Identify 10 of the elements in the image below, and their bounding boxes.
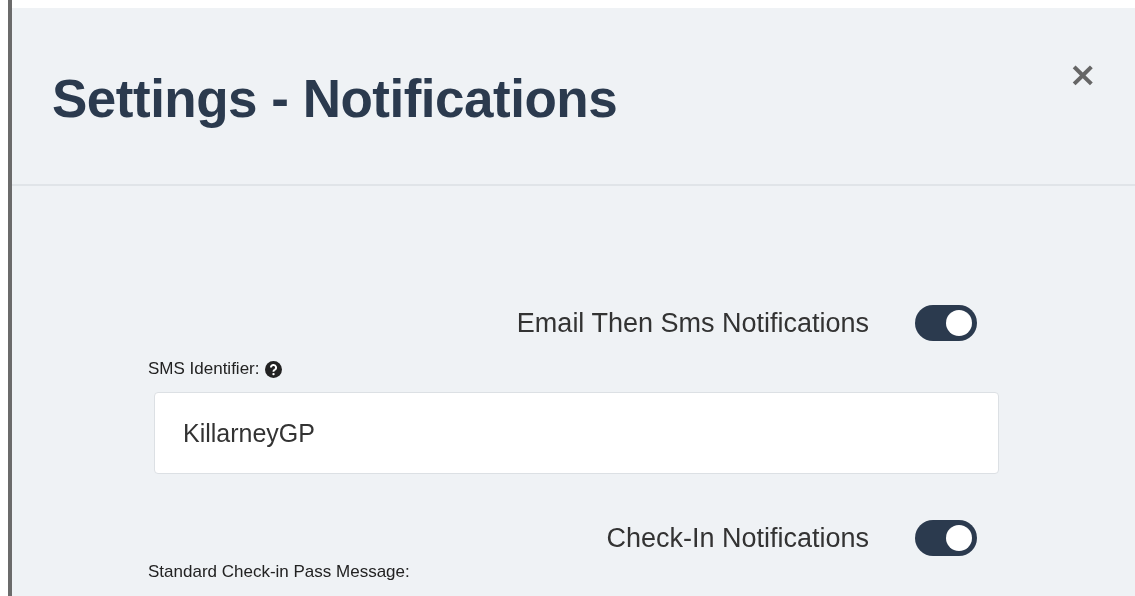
- toggle-switch[interactable]: [915, 520, 977, 556]
- input-field[interactable]: KillarneyGP: [154, 392, 999, 474]
- close-button[interactable]: ×: [1064, 54, 1101, 94]
- toggle-switch[interactable]: [915, 305, 977, 341]
- dialog-title: Settings - Notifications: [52, 68, 618, 129]
- field-label: SMS Identifier:: [148, 359, 260, 379]
- toggle-label: Check-In Notifications: [606, 522, 869, 554]
- field-label: Standard Check-in Pass Message:: [148, 562, 410, 581]
- help-icon[interactable]: [264, 360, 282, 378]
- toggle-label: Email Then Sms Notifications: [516, 307, 869, 339]
